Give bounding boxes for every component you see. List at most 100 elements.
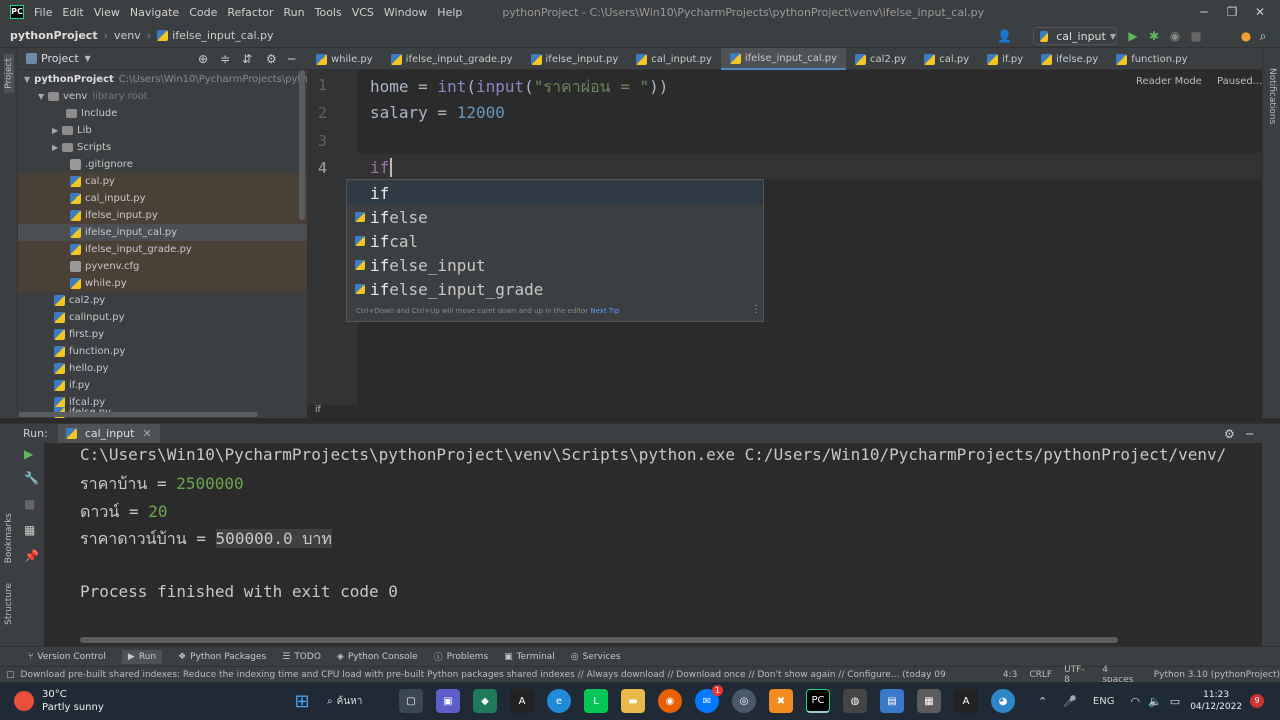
menu-navigate[interactable]: Navigate	[130, 6, 179, 19]
bookmarks-tool-tab[interactable]: Bookmarks	[4, 513, 14, 563]
menu-help[interactable]: Help	[437, 6, 462, 19]
rerun-icon[interactable]: ▶	[24, 447, 33, 461]
windows-start-icon[interactable]: ⊞	[290, 689, 314, 713]
tab-function[interactable]: function.py	[1107, 48, 1196, 70]
browser-icon[interactable]: ◕	[991, 689, 1015, 713]
xampp-icon[interactable]: ✖	[769, 689, 793, 713]
notification-count-badge[interactable]: 9	[1250, 694, 1265, 708]
notifications-tool-tab[interactable]: Notifications	[1267, 68, 1277, 124]
menu-refactor[interactable]: Refactor	[227, 6, 273, 19]
menu-code[interactable]: Code	[189, 6, 217, 19]
coverage-icon[interactable]: ◉	[1168, 29, 1182, 43]
weather-icon[interactable]	[14, 691, 34, 711]
chevron-down-icon[interactable]: ▼	[85, 54, 91, 63]
tree-item-while[interactable]: while.py	[18, 275, 307, 292]
run-config-selector[interactable]: cal_input ▼	[1033, 27, 1117, 45]
wrench-icon[interactable]: 🔧	[24, 471, 39, 485]
tab-ifelse-input[interactable]: ifelse_input.py	[522, 48, 628, 70]
tab-cal2[interactable]: cal2.py	[846, 48, 915, 70]
status-toggle-icon[interactable]: ▢	[6, 670, 15, 680]
close-icon[interactable]: ✕	[142, 427, 151, 440]
tab-if[interactable]: if.py	[978, 48, 1032, 70]
app-a-icon[interactable]: A	[954, 689, 978, 713]
menu-vcs[interactable]: VCS	[352, 6, 374, 19]
tree-item-first[interactable]: first.py	[18, 326, 307, 343]
language-indicator[interactable]: ENG	[1093, 696, 1115, 707]
tree-item-if[interactable]: if.py	[18, 377, 307, 394]
tree-item-lib[interactable]: ▶ Lib	[18, 122, 307, 139]
breadcrumb-project[interactable]: pythonProject	[10, 29, 98, 42]
tab-ifelse-input-cal[interactable]: ifelse_input_cal.py	[720, 48, 847, 70]
tree-venv[interactable]: ▼ venv library root	[18, 88, 307, 105]
tab-cal[interactable]: cal.py	[915, 48, 978, 70]
tab-terminal[interactable]: ▣ Terminal	[504, 652, 555, 662]
tree-item-cal2[interactable]: cal2.py	[18, 292, 307, 309]
expand-icon[interactable]: ⇵	[242, 52, 252, 66]
weather-widget[interactable]: 30°C Partly sunny	[42, 688, 242, 714]
completion-item-ifcal[interactable]: if cal	[347, 229, 763, 253]
wifi-icon[interactable]: ◠	[1130, 695, 1140, 708]
layout-icon[interactable]: ▦	[24, 523, 35, 537]
run-console-output[interactable]: C:\Users\Win10\PycharmProjects\pythonPro…	[44, 443, 1262, 646]
console-h-scrollbar[interactable]	[80, 637, 1118, 643]
status-caret-position[interactable]: 4:3	[1003, 670, 1017, 680]
app-icon[interactable]: ◆	[473, 689, 497, 713]
calculator-icon[interactable]: ▦	[917, 689, 941, 713]
tree-root[interactable]: ▼ pythonProject C:\Users\Win10\PycharmPr…	[18, 71, 339, 88]
completion-item-ifelse-input-grade[interactable]: if else_input_grade	[347, 277, 763, 301]
completion-item-ifelse[interactable]: if else	[347, 205, 763, 229]
tab-while[interactable]: while.py	[307, 48, 382, 70]
microphone-icon[interactable]: 🎤	[1063, 695, 1077, 708]
menu-run[interactable]: Run	[284, 6, 305, 19]
app-a-icon[interactable]: A	[510, 689, 534, 713]
next-tip-link[interactable]: Next Tip	[590, 307, 619, 315]
structure-tool-tab[interactable]: Structure	[4, 583, 14, 625]
run-tab-cal-input[interactable]: cal_input ✕	[57, 423, 160, 444]
project-panel-title[interactable]: Project	[41, 52, 79, 65]
menu-window[interactable]: Window	[384, 6, 427, 19]
tab-version-control[interactable]: ⑂ Version Control	[28, 652, 106, 662]
volume-icon[interactable]: 🔈	[1148, 695, 1162, 708]
menu-edit[interactable]: Edit	[62, 6, 83, 19]
tree-item-gitignore[interactable]: .gitignore	[18, 156, 307, 173]
tab-services[interactable]: ◎ Services	[571, 652, 621, 662]
completion-item-if[interactable]: if	[347, 181, 763, 205]
maximize-icon[interactable]: ❐	[1218, 5, 1246, 19]
collapse-icon[interactable]: ≑	[220, 52, 230, 66]
user-icon[interactable]: 👤	[997, 29, 1012, 43]
hide-icon[interactable]: ─	[288, 52, 295, 66]
app-circle-icon[interactable]: ◎	[732, 689, 756, 713]
minimize-icon[interactable]: ─	[1190, 5, 1218, 19]
notepad-icon[interactable]: ▤	[880, 689, 904, 713]
tab-cal-input[interactable]: cal_input.py	[627, 48, 721, 70]
close-icon[interactable]: ✕	[1246, 5, 1274, 19]
tree-item-ifelse-input[interactable]: ifelse_input.py	[18, 207, 307, 224]
tray-chevron-up-icon[interactable]: ⌃	[1038, 695, 1047, 708]
file-explorer-icon[interactable]: ▬	[621, 689, 645, 713]
tree-scrollbar[interactable]	[299, 70, 305, 220]
teams-icon[interactable]: ▣	[436, 689, 460, 713]
edge-icon[interactable]: e	[547, 689, 571, 713]
search-everywhere-icon[interactable]: ⌕	[1256, 29, 1270, 43]
status-line-separator[interactable]: CRLF	[1029, 670, 1052, 680]
debug-icon[interactable]: ✱	[1147, 29, 1161, 43]
app-icon[interactable]: ◍	[843, 689, 867, 713]
tree-item-hello[interactable]: hello.py	[18, 360, 307, 377]
tab-ifelse[interactable]: ifelse.py	[1032, 48, 1107, 70]
run-icon[interactable]: ▶	[1126, 29, 1140, 43]
status-message[interactable]: Download pre-built shared indexes: Reduc…	[21, 670, 947, 680]
tab-python-packages[interactable]: ❖ Python Packages	[178, 652, 266, 662]
status-interpreter[interactable]: Python 3.10 (pythonProject)	[1154, 670, 1280, 680]
tree-item-calinput[interactable]: calinput.py	[18, 309, 307, 326]
pycharm-icon[interactable]: PC	[806, 689, 830, 713]
tree-item-include[interactable]: Include	[18, 105, 307, 122]
battery-icon[interactable]: ▭	[1170, 695, 1180, 708]
breadcrumb-file[interactable]: ifelse_input_cal.py	[172, 29, 273, 42]
tree-item-function[interactable]: function.py	[18, 343, 307, 360]
line-icon[interactable]: L	[584, 689, 608, 713]
breadcrumb-venv[interactable]: venv	[114, 29, 141, 42]
task-view-icon[interactable]: ▢	[399, 689, 423, 713]
reader-mode-button[interactable]: Reader Mode	[1136, 76, 1202, 87]
stop-icon[interactable]: ■	[1189, 29, 1203, 43]
tree-item-ifelse-input-grade[interactable]: ifelse_input_grade.py	[18, 241, 307, 258]
